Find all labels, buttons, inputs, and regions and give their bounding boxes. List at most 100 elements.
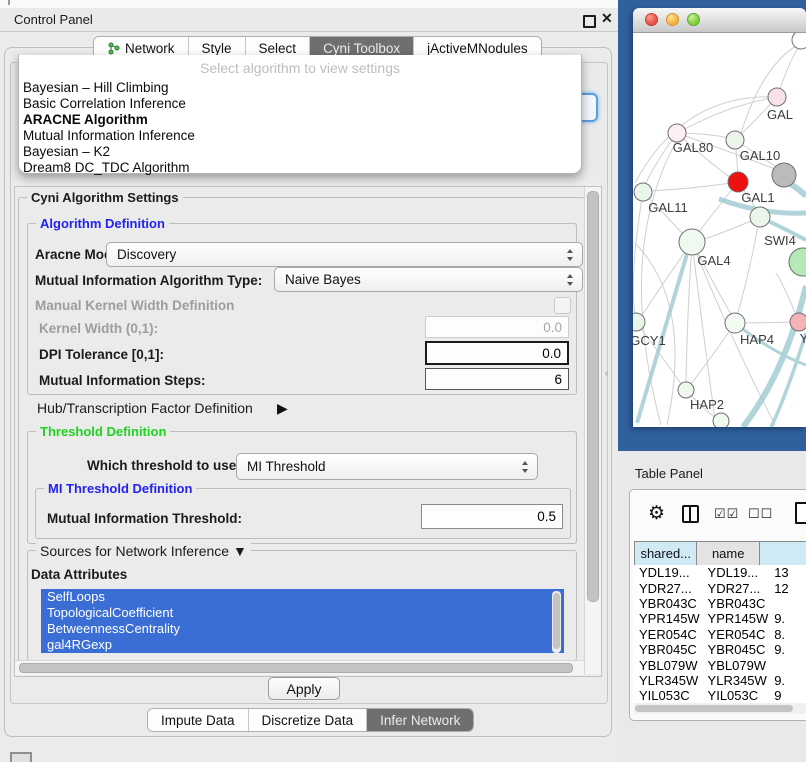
aracne-mode-value: Discovery: [117, 247, 176, 262]
table-cell: 9: [770, 688, 806, 703]
algorithm-option[interactable]: Basic Correlation Inference: [19, 96, 581, 112]
mi-threshold-group-title: MI Threshold Definition: [44, 481, 196, 496]
aracne-mode-combobox[interactable]: Discovery: [106, 242, 583, 267]
network-view-window[interactable]: GALGAL80GAL10GAL1GAL11SWI4GAL4GCY1HAP4YH…: [633, 8, 806, 427]
combo-spinner-icon: [567, 274, 574, 286]
table-panel-title: Table Panel: [635, 466, 703, 481]
data-attributes-list[interactable]: SelfLoopsTopologicalCoefficientBetweenne…: [41, 589, 564, 657]
table-row[interactable]: YIL053CYIL053C9: [634, 688, 806, 703]
table-horizontal-scrollbar-thumb[interactable]: [635, 705, 793, 712]
algorithm-option[interactable]: Bayesian – K2: [19, 144, 581, 160]
zoom-traffic-light-icon[interactable]: [687, 13, 700, 26]
data-attributes-label: Data Attributes: [31, 567, 127, 582]
algorithm-option[interactable]: ARACNE Algorithm: [19, 112, 581, 128]
network-node-label: GAL4: [697, 253, 730, 268]
tab-infer-network[interactable]: Infer Network: [367, 709, 473, 731]
network-node[interactable]: [768, 88, 786, 106]
network-node[interactable]: [678, 382, 694, 398]
docked-panel-icon[interactable]: [10, 752, 32, 762]
mi-type-combobox[interactable]: Naive Bayes: [274, 267, 583, 292]
apply-button-label: Apply: [286, 681, 321, 697]
mi-type-value: Naive Bayes: [285, 272, 361, 287]
network-graph[interactable]: GALGAL80GAL10GAL1GAL11SWI4GAL4GCY1HAP4YH…: [633, 33, 806, 427]
column-header-shared-name[interactable]: shared...: [634, 542, 697, 565]
dpi-tolerance-label: DPI Tolerance [0,1]:: [39, 347, 164, 362]
settings-horizontal-scrollbar-thumb[interactable]: [19, 663, 573, 673]
column-header-name[interactable]: name: [697, 542, 759, 565]
attribute-item[interactable]: TopologicalCoefficient: [41, 605, 564, 621]
table-row[interactable]: YBL079WYBL079W: [634, 657, 806, 672]
table-cell: 12: [770, 581, 806, 596]
table-body: YDL19...YDL19...13YDR27...YDR27...12YBR0…: [634, 565, 806, 703]
close-traffic-light-icon[interactable]: [645, 13, 658, 26]
close-icon[interactable]: ✕: [601, 10, 613, 27]
dpi-tolerance-input[interactable]: [425, 341, 569, 365]
network-node-label: GAL: [767, 107, 793, 122]
hub-definition-label[interactable]: Hub/Transcription Factor Definition: [37, 400, 253, 416]
mi-threshold-label: Mutual Information Threshold:: [47, 511, 242, 526]
table-cell: 9.: [770, 642, 806, 657]
table-row[interactable]: YLR345WYLR345W9.: [634, 673, 806, 688]
split-columns-icon[interactable]: [682, 505, 699, 523]
column-header-clipped[interactable]: [760, 542, 806, 565]
tab-impute-data-label: Impute Data: [161, 713, 235, 728]
table-row[interactable]: YDR27...YDR27...12: [634, 580, 806, 595]
attribute-list-scrollbar-thumb[interactable]: [553, 593, 560, 649]
sources-group-title[interactable]: Sources for Network Inference ▼: [36, 543, 251, 559]
tab-discretize-data[interactable]: Discretize Data: [249, 709, 368, 731]
float-window-icon[interactable]: [583, 15, 596, 28]
table-row[interactable]: YDL19...YDL19...13: [634, 565, 806, 580]
network-node[interactable]: [679, 229, 705, 255]
network-node[interactable]: [790, 313, 806, 331]
table-toolbar: ⚙ ☑☑ ☐☐: [630, 500, 806, 532]
table-row[interactable]: YBR045CYBR045C9.: [634, 642, 806, 657]
network-node[interactable]: [725, 313, 745, 333]
which-threshold-combobox[interactable]: MI Threshold: [236, 453, 538, 480]
network-node[interactable]: [772, 163, 796, 187]
network-node[interactable]: [789, 248, 806, 276]
algorithm-definition-title: Algorithm Definition: [36, 216, 169, 231]
tab-network-label: Network: [125, 41, 175, 56]
control-panel-titlebar: Control Panel ✕: [0, 8, 618, 32]
settings-gear-icon[interactable]: ⚙: [648, 502, 665, 525]
apply-button[interactable]: Apply: [268, 677, 340, 700]
table-horizontal-scrollbar[interactable]: [634, 703, 806, 714]
network-node-label: HAP4: [740, 332, 774, 347]
network-canvas[interactable]: GALGAL80GAL10GAL1GAL11SWI4GAL4GCY1HAP4YH…: [633, 33, 806, 427]
network-node-label: SWI4: [764, 233, 796, 248]
expanded-arrow-icon[interactable]: ▼: [233, 543, 247, 559]
collapsed-arrow-icon[interactable]: ▶: [277, 400, 288, 417]
network-node[interactable]: [750, 207, 770, 227]
network-node-label: GAL11: [648, 200, 688, 215]
network-node[interactable]: [713, 413, 729, 427]
manual-kernel-checkbox[interactable]: [554, 297, 571, 314]
attribute-item[interactable]: gal4RGexp: [41, 637, 564, 653]
algorithm-option[interactable]: Mutual Information Inference: [19, 128, 581, 144]
document-icon[interactable]: [795, 502, 806, 524]
attribute-item[interactable]: BetweennessCentrality: [41, 621, 564, 637]
table-row[interactable]: YPR145WYPR145W9.: [634, 611, 806, 626]
table-cell: 8.: [770, 627, 806, 642]
settings-vertical-scrollbar-thumb[interactable]: [587, 191, 599, 602]
panel-resize-handle[interactable]: ‹: [605, 368, 608, 378]
deselect-all-checkboxes-icon[interactable]: ☐☐: [748, 506, 773, 522]
attribute-item[interactable]: SelfLoops: [41, 589, 564, 605]
mi-steps-input[interactable]: [425, 368, 569, 390]
dropdown-placeholder: Select algorithm to view settings: [19, 55, 581, 80]
network-node[interactable]: [726, 131, 744, 149]
combo-spinner-icon: [522, 461, 529, 473]
table-row[interactable]: YER054CYER054C8.: [634, 627, 806, 642]
minimize-traffic-light-icon[interactable]: [666, 13, 679, 26]
table-row[interactable]: YBR043CYBR043C: [634, 596, 806, 611]
kernel-width-label: Kernel Width (0,1):: [39, 321, 158, 336]
network-node[interactable]: [728, 172, 748, 192]
network-node[interactable]: [634, 183, 652, 201]
table-cell: YER054C: [634, 627, 703, 642]
top-tick: [8, 0, 10, 5]
algorithm-option[interactable]: Bayesian – Hill Climbing: [19, 80, 581, 96]
mi-threshold-input[interactable]: [421, 504, 563, 529]
table-cell: YPR145W: [634, 611, 703, 626]
algorithm-option[interactable]: Dream8 DC_TDC Algorithm: [19, 160, 581, 176]
select-all-checkboxes-icon[interactable]: ☑☑: [714, 506, 739, 522]
tab-impute-data[interactable]: Impute Data: [148, 709, 249, 731]
